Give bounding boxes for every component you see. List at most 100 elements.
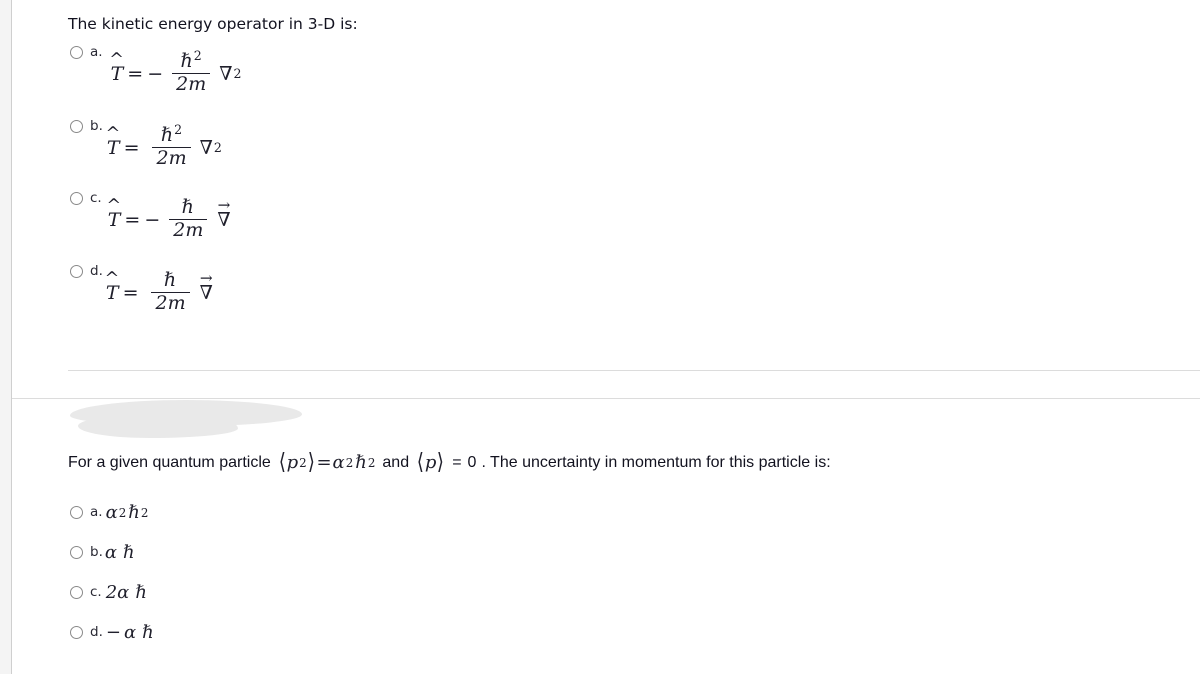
t-operator-hat-c: T bbox=[108, 209, 121, 231]
fraction-c: ℏ 2m bbox=[169, 196, 208, 242]
radio-q2-a[interactable] bbox=[70, 506, 83, 519]
quiz-content: The kinetic energy operator in 3-D is: a… bbox=[12, 0, 1200, 674]
sign-q2-d: − bbox=[105, 622, 121, 643]
fraction-a: ℏ2 2m bbox=[172, 49, 211, 96]
hbar-symbol-b: ℏ bbox=[160, 124, 174, 146]
equals-p2: = bbox=[316, 452, 332, 473]
nabla-vector-d: ∇ bbox=[200, 282, 213, 304]
t-operator-hat-b: T bbox=[107, 137, 120, 159]
alpha-symbol-q2-c: α bbox=[117, 582, 130, 603]
question-2-stem-and: and bbox=[382, 453, 410, 471]
question-1-stem: The kinetic energy operator in 3-D is: bbox=[68, 15, 358, 33]
question-2-stem-part2: . The uncertainty in momentum for this p… bbox=[481, 453, 831, 471]
question-1-option-a[interactable]: a. T = − ℏ2 2m ∇ 2 bbox=[70, 44, 242, 96]
hbar-symbol-stem: ℏ bbox=[355, 452, 367, 473]
option-letter-q2-c: c. bbox=[90, 584, 102, 600]
ket-angle-p: ⟩ bbox=[437, 448, 445, 475]
bra-angle-p2: ⟨ bbox=[278, 448, 286, 475]
question-1-option-c[interactable]: c. T = − ℏ 2m ∇ bbox=[70, 190, 231, 242]
radio-q1-a[interactable] bbox=[70, 46, 83, 59]
question-2-stem-zero: 0 bbox=[467, 453, 477, 471]
minus-sign-c: − bbox=[144, 208, 161, 231]
t-operator-hat-a: T bbox=[111, 63, 124, 85]
fraction-numerator-a: ℏ2 bbox=[177, 49, 206, 73]
fraction-d: ℏ 2m bbox=[151, 269, 190, 315]
question-2-option-d[interactable]: d. − α ℏ bbox=[70, 622, 155, 643]
option-formula-q2-a: α2ℏ2 bbox=[105, 502, 149, 523]
option-formula-q1-a: T = − ℏ2 2m ∇ 2 bbox=[111, 49, 242, 96]
question-1-option-b[interactable]: b. T = ℏ2 2m ∇ 2 bbox=[70, 118, 222, 170]
option-formula-q2-c: 2αℏ bbox=[106, 582, 148, 603]
hbar-symbol-c: ℏ bbox=[181, 196, 194, 218]
option-letter-q1-b: b. bbox=[90, 118, 103, 134]
p-variable-squared: p bbox=[286, 452, 299, 473]
coefficient-q2-c: 2 bbox=[105, 582, 118, 603]
alpha-symbol-q2-a: α bbox=[105, 502, 118, 523]
fraction-denominator-d: 2m bbox=[155, 292, 186, 315]
radio-q1-b[interactable] bbox=[70, 120, 83, 133]
question-2-stem-part1: For a given quantum particle bbox=[68, 453, 271, 471]
equals-sign-c: = bbox=[124, 208, 141, 231]
hbar-exponent-b: 2 bbox=[174, 121, 183, 137]
t-operator-hat-d: T bbox=[106, 282, 119, 304]
equals-sign-d: = bbox=[122, 281, 139, 304]
question-2-option-a[interactable]: a. α2ℏ2 bbox=[70, 502, 148, 523]
question-1-option-d[interactable]: d. T = ℏ 2m ∇ bbox=[70, 263, 213, 315]
quiz-page: { "page": { "background": "#ffffff", "gu… bbox=[0, 0, 1200, 674]
question-2-option-c[interactable]: c. 2αℏ bbox=[70, 582, 148, 603]
equals-sign-a: = bbox=[127, 62, 144, 85]
option-letter-q1-c: c. bbox=[90, 190, 102, 206]
fraction-numerator-c: ℏ bbox=[178, 196, 199, 219]
page-left-gutter bbox=[0, 0, 11, 674]
hbar-symbol-d: ℏ bbox=[163, 269, 177, 291]
question-2-option-b[interactable]: b. αℏ bbox=[70, 542, 136, 563]
radio-q1-d[interactable] bbox=[70, 265, 83, 278]
option-letter-q1-a: a. bbox=[90, 44, 103, 60]
nabla-symbol-a: ∇ bbox=[219, 62, 233, 85]
question-separator-bottom bbox=[12, 398, 1200, 399]
nabla-symbol-c: ∇ bbox=[217, 208, 231, 231]
radio-q2-b[interactable] bbox=[70, 546, 83, 559]
bra-angle-p: ⟨ bbox=[416, 448, 425, 475]
fraction-denominator-c: 2m bbox=[173, 219, 204, 242]
ket-angle-p2: ⟩ bbox=[307, 448, 315, 475]
expectation-p-squared-expression: ⟨ p 2 ⟩ = α 2 ℏ 2 bbox=[278, 448, 376, 475]
hbar-exponent-a: 2 bbox=[193, 47, 202, 63]
question-separator-top bbox=[68, 370, 1200, 371]
alpha-symbol-q2-d: α bbox=[123, 622, 137, 643]
equals-sign-b: = bbox=[123, 136, 140, 159]
question-2-stem: For a given quantum particle ⟨ p 2 ⟩ = α 2 ℏ 2 a… bbox=[68, 448, 831, 475]
option-formula-q2-d: − α ℏ bbox=[106, 622, 155, 643]
radio-q1-c[interactable] bbox=[70, 192, 83, 205]
hbar-symbol-q2-d: ℏ bbox=[142, 622, 154, 643]
hbar-symbol-q2-c: ℏ bbox=[135, 582, 147, 603]
nabla-vector-c: ∇ bbox=[217, 209, 230, 231]
p-variable: p bbox=[424, 452, 437, 473]
fraction-numerator-b: ℏ2 bbox=[157, 123, 186, 147]
alpha-symbol-stem: α bbox=[332, 452, 345, 473]
fraction-numerator-d: ℏ bbox=[160, 269, 181, 292]
option-letter-q2-d: d. bbox=[90, 624, 103, 640]
option-formula-q1-d: T = ℏ 2m ∇ bbox=[106, 269, 213, 315]
hbar-symbol-a: ℏ bbox=[180, 50, 193, 72]
hbar-symbol-q2-a: ℏ bbox=[128, 502, 140, 523]
radio-q2-c[interactable] bbox=[70, 586, 83, 599]
option-letter-q1-d: d. bbox=[90, 263, 103, 279]
option-letter-q2-a: a. bbox=[90, 504, 103, 520]
option-formula-q1-c: T = − ℏ 2m ∇ bbox=[108, 196, 231, 242]
question-2-stem-equals: = bbox=[452, 453, 462, 471]
expectation-p-expression: ⟨ p ⟩ bbox=[416, 448, 445, 475]
fraction-denominator-b: 2m bbox=[156, 147, 187, 170]
fraction-b: ℏ2 2m bbox=[152, 123, 191, 170]
nabla-symbol-b: ∇ bbox=[199, 136, 213, 159]
hbar-symbol-q2-b: ℏ bbox=[123, 542, 135, 563]
option-letter-q2-b: b. bbox=[90, 544, 103, 560]
option-formula-q2-b: αℏ bbox=[105, 542, 136, 563]
minus-sign-a: − bbox=[147, 62, 164, 85]
radio-q2-d[interactable] bbox=[70, 626, 83, 639]
fraction-denominator-a: 2m bbox=[176, 73, 207, 96]
redaction-smudge-2 bbox=[78, 414, 238, 438]
alpha-symbol-q2-b: α bbox=[104, 542, 118, 563]
option-formula-q1-b: T = ℏ2 2m ∇ 2 bbox=[107, 123, 222, 170]
nabla-symbol-d: ∇ bbox=[199, 281, 213, 304]
